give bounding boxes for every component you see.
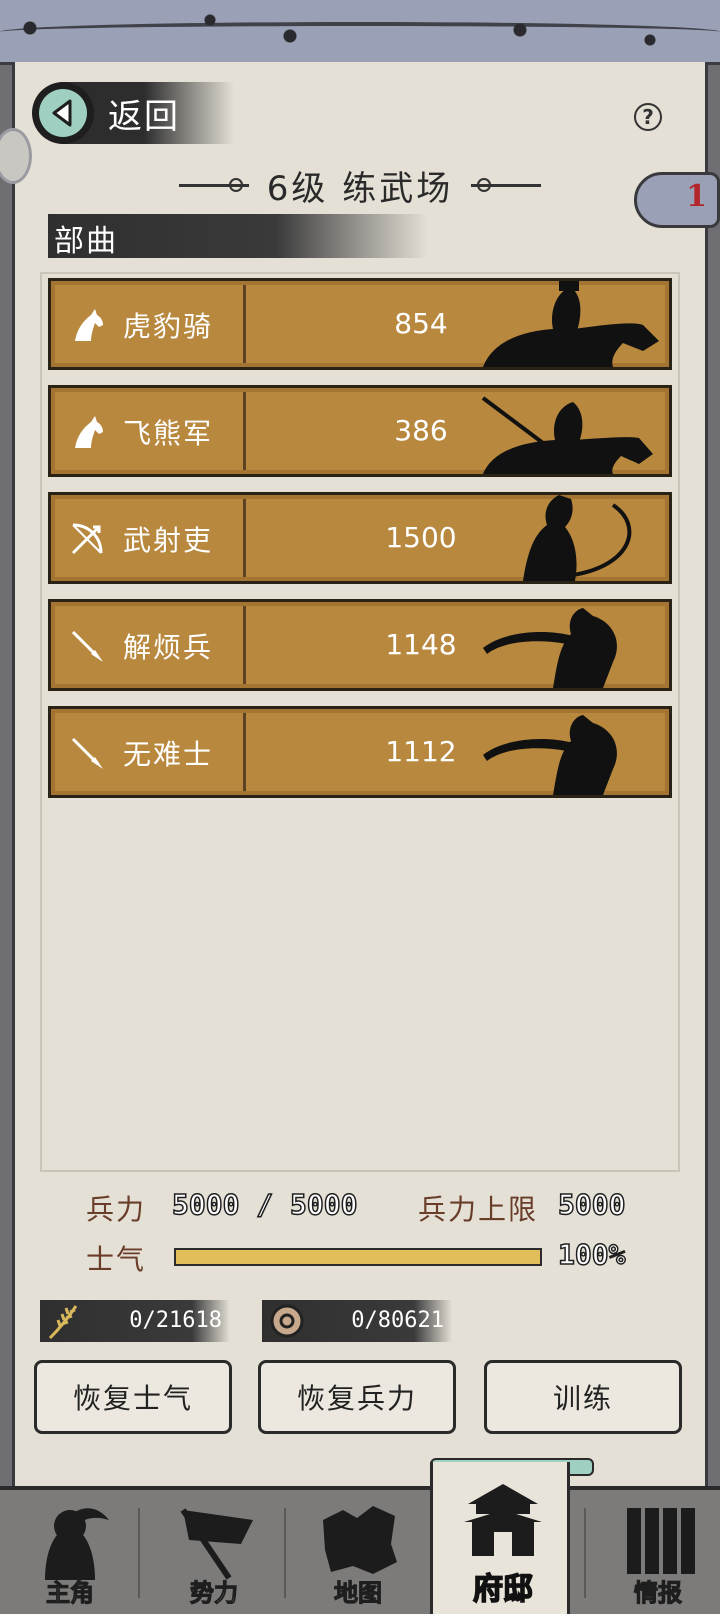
coin-value: 0/80621 [351, 1308, 444, 1333]
row-divider [243, 392, 246, 470]
nav-separator [284, 1508, 286, 1598]
restore-troops-button[interactable]: 恢复兵力 [258, 1360, 456, 1434]
back-button[interactable]: 返回 [32, 82, 234, 144]
unit-name: 飞熊军 [123, 417, 214, 450]
troops-label: 兵力 [86, 1193, 147, 1226]
unit-row[interactable]: 武射吏 1500 [48, 492, 672, 584]
section-header: 部曲 [48, 214, 428, 259]
grain-icon [48, 1305, 78, 1340]
morale-bar-fill [176, 1250, 540, 1264]
nav-tab-mansion[interactable]: 府邸 [430, 1462, 570, 1614]
stats-panel: 兵力 5000 / 5000 兵力上限 5000 士气 100% [86, 1187, 646, 1298]
morale-value: 100% [557, 1237, 626, 1272]
morale-label: 士气 [86, 1243, 147, 1276]
unit-name: 武射吏 [123, 524, 214, 557]
row-divider [243, 285, 246, 363]
nav-tab-faction[interactable]: 势力 [144, 1490, 284, 1614]
scroll-icon [627, 1508, 695, 1574]
spear-icon [71, 737, 103, 769]
cloud-badge-icon[interactable]: 1 [634, 172, 720, 228]
unit-name: 虎豹骑 [123, 310, 214, 343]
morale-bar [174, 1248, 542, 1266]
back-label: 返回 [108, 96, 180, 137]
unit-row[interactable]: 飞熊军 386 [48, 385, 672, 477]
unit-silhouette [483, 608, 617, 688]
nav-label-mansion: 府邸 [472, 1571, 534, 1608]
nav-label-map: 地图 [334, 1579, 383, 1608]
nav-label-hero: 主角 [46, 1579, 95, 1608]
map-icon [323, 1506, 397, 1574]
nav-tab-hero[interactable]: 主角 [0, 1490, 140, 1614]
bottom-nav-bar: 主角 势力 地图 府邸 情报 [0, 1462, 720, 1614]
unit-row[interactable]: 虎豹骑 854 [48, 278, 672, 370]
unit-silhouette [483, 715, 617, 795]
troops-value: 5000 / 5000 [171, 1187, 358, 1222]
unit-silhouette [483, 281, 659, 367]
nav-label-faction: 势力 [190, 1579, 239, 1608]
coin-icon [270, 1304, 304, 1338]
horse-icon [75, 309, 103, 341]
grain-value: 0/21618 [129, 1308, 222, 1333]
train-button[interactable]: 训练 [484, 1360, 682, 1434]
section-label: 部曲 [54, 224, 118, 259]
flag-icon [180, 1508, 253, 1580]
nav-tab-intel[interactable]: 情报 [588, 1490, 720, 1614]
vine-ornament [0, 22, 720, 42]
title-ornament-right [471, 177, 542, 192]
page-title: 6级 练武场 [266, 168, 454, 209]
top-decorative-border [0, 0, 720, 65]
restore-morale-button[interactable]: 恢复士气 [34, 1360, 232, 1434]
spear-icon [71, 630, 103, 662]
hero-icon [45, 1508, 109, 1580]
unit-silhouette [523, 495, 632, 581]
mansion-icon [464, 1484, 542, 1556]
help-icon[interactable]: ? [634, 103, 662, 131]
page-title-row: 6级 练武场 [160, 160, 560, 210]
nav-tab-map[interactable]: 地图 [288, 1490, 428, 1614]
row-divider [243, 499, 246, 577]
coin-resource: 0/80621 [262, 1300, 452, 1342]
badge-count: 1 [686, 179, 707, 214]
unit-row[interactable]: 无难士 1112 [48, 706, 672, 798]
row-divider [243, 606, 246, 684]
bow-icon [71, 523, 103, 555]
horse-icon [75, 416, 103, 448]
unit-name: 解烦兵 [123, 631, 214, 664]
grain-resource: 0/21618 [40, 1300, 230, 1342]
back-arrow-icon [32, 82, 94, 144]
unit-row[interactable]: 解烦兵 1148 [48, 599, 672, 691]
unit-silhouette [481, 396, 653, 474]
unit-name: 无难士 [123, 738, 214, 771]
troop-cap-value: 5000 [557, 1187, 626, 1222]
row-divider [243, 713, 246, 791]
troop-cap-label: 兵力上限 [418, 1193, 539, 1226]
title-ornament-left [178, 177, 249, 192]
nav-separator [584, 1508, 586, 1598]
nav-label-intel: 情报 [634, 1579, 683, 1608]
